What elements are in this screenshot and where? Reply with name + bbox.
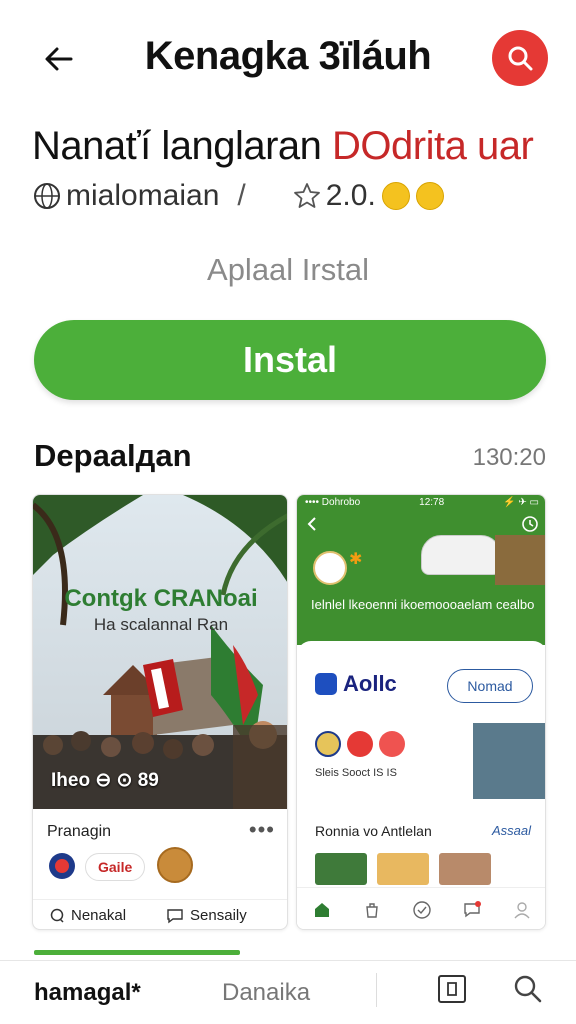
- timer-icon[interactable]: [521, 515, 539, 533]
- wink-emoji-icon: [381, 182, 410, 210]
- chat-icon[interactable]: [462, 900, 482, 920]
- card1-action-right-label: Sensaily: [190, 907, 247, 924]
- app-name-main: Nanaťí langlaran: [32, 124, 333, 168]
- badge-row: [315, 731, 411, 757]
- train-image: [421, 535, 501, 575]
- screenshot-card-1[interactable]: Contgk CRANoai Ha scalannal Ran Iheo ⊖ ⊙…: [32, 494, 288, 930]
- card2-header: •••• Dohrobo 12:78 ⚡ ✈ ▭ ✱ Ielnlel lkeoe…: [297, 495, 545, 645]
- card1-label: Pranagin: [47, 823, 112, 840]
- smile-emoji-icon: [415, 182, 444, 210]
- comment-icon: [167, 908, 183, 923]
- card2-section-label: Ronnia vo Antlelan: [315, 823, 432, 839]
- check-circle-icon[interactable]: [412, 900, 432, 920]
- card2-body: Aollc Nomad Sleis Sooct IS IS Ronnia vo …: [297, 641, 545, 929]
- nav-divider: [376, 973, 377, 1007]
- avatar[interactable]: [157, 847, 193, 883]
- app-name-accent: DOdrita uar: [332, 124, 534, 168]
- profile-icon[interactable]: [512, 900, 532, 920]
- apps-icon[interactable]: [436, 973, 468, 1005]
- status-bar: •••• Dohrobo 12:78 ⚡ ✈ ▭: [305, 495, 539, 509]
- nomad-button[interactable]: Nomad: [447, 669, 533, 703]
- developer-name[interactable]: mialomaian: [66, 179, 219, 213]
- thumbnail[interactable]: [315, 853, 367, 885]
- search-icon: [508, 46, 533, 71]
- status-time: 12:78: [419, 496, 445, 508]
- section-title: Depaalдan: [34, 438, 192, 473]
- brand-logo-icon: [315, 673, 337, 695]
- screenshot-card-2[interactable]: •••• Dohrobo 12:78 ⚡ ✈ ▭ ✱ Ielnlel lkeoe…: [296, 494, 546, 930]
- bag-icon[interactable]: [362, 900, 382, 920]
- card1-footer: Pranagin ••• Gaile Nenakal Sensaily: [33, 809, 287, 929]
- search-icon[interactable]: [512, 973, 544, 1005]
- star-icon: [293, 183, 320, 208]
- rating-value: 2.0.: [325, 179, 376, 212]
- card1-action-right[interactable]: Sensaily: [166, 907, 247, 924]
- badge-icon: [313, 551, 347, 585]
- top-bar: Kenagka 3ïláuh: [0, 0, 576, 120]
- emblem-icon: [49, 853, 75, 879]
- brand-name: Aollc: [315, 671, 397, 697]
- seal-icon: [315, 731, 341, 757]
- brand-label: Aollc: [343, 671, 397, 696]
- pink-badge-icon: [379, 731, 405, 757]
- red-badge-icon: [347, 731, 373, 757]
- promo-text: Ielnlel lkeoenni ikoemoooaelam cealbolla…: [311, 597, 535, 612]
- app-meta: mialomaian / 2.0.: [32, 176, 444, 216]
- nav-home[interactable]: hamagal*: [34, 979, 141, 1007]
- thumbnail[interactable]: [377, 853, 429, 885]
- globe-icon: [34, 183, 60, 209]
- card2-section-link[interactable]: Assaal: [492, 823, 531, 838]
- carousel-progress-indicator: [34, 950, 240, 955]
- page-title: Kenagka 3ïláuh: [144, 34, 432, 78]
- more-options-button[interactable]: •••: [249, 817, 275, 843]
- search-button[interactable]: [492, 30, 548, 86]
- card1-actions: Nenakal Sensaily: [33, 899, 287, 929]
- event-photo: Contgk CRANoai Ha scalannal Ran Iheo ⊖ ⊙…: [33, 495, 287, 809]
- market-photo: [473, 723, 545, 799]
- photo-caption: Iheo ⊖ ⊙ 89: [51, 770, 159, 791]
- nav-categories[interactable]: Danaika: [222, 979, 310, 1007]
- location-icon: [50, 908, 64, 923]
- tag-chip[interactable]: Gaile: [85, 853, 146, 881]
- card1-action-left[interactable]: Nenakal: [49, 907, 126, 924]
- card2-nav: [305, 513, 539, 535]
- section-time: 130:20: [472, 444, 546, 471]
- event-photo-illustration: [33, 495, 287, 809]
- card2-tab-bar: [297, 887, 545, 929]
- food-photo: [495, 535, 545, 585]
- card1-action-left-label: Nenakal: [71, 907, 127, 924]
- chevron-left-icon[interactable]: [305, 516, 319, 532]
- status-right: ⚡ ✈ ▭: [503, 496, 539, 508]
- thumbnail-row: [315, 853, 501, 885]
- sparkle-icon: ✱: [349, 551, 363, 568]
- bottom-navigation: hamagal* Danaika: [0, 960, 576, 1024]
- install-button[interactable]: Instal: [34, 320, 546, 400]
- photo-subtitle: Ha scalannal Ran: [93, 615, 229, 634]
- card2-meta: Sleis Sooct IS IS: [315, 767, 397, 779]
- app-name: Nanaťí langlaran DOdrita uar: [32, 124, 534, 169]
- install-subtitle: Aplaal Irstal: [207, 252, 369, 287]
- meta-separator: /: [237, 179, 246, 212]
- photo-title: Contgk CRANoai: [64, 585, 258, 612]
- status-left: •••• Dohrobo: [305, 496, 361, 508]
- thumbnail[interactable]: [439, 853, 491, 885]
- home-icon[interactable]: [312, 900, 332, 920]
- app-store-page: Kenagka 3ïláuh Nanaťí langlaran DOdrita …: [0, 0, 576, 1024]
